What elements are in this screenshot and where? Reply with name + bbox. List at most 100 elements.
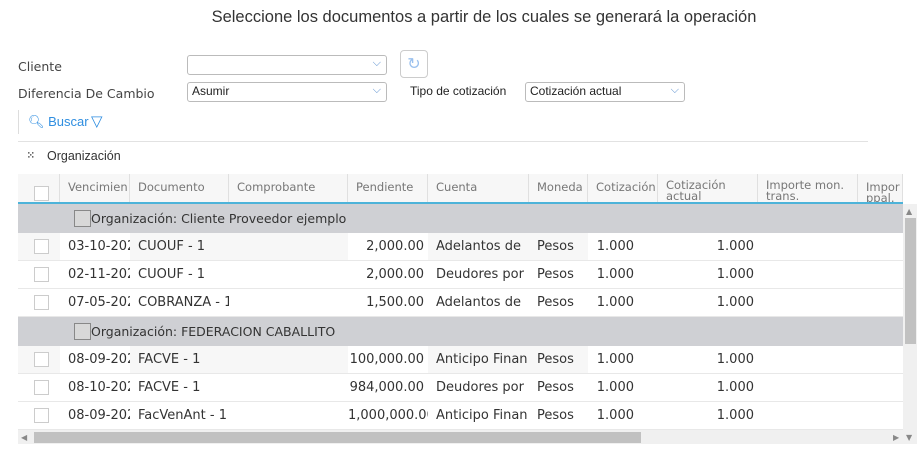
grouping-label: Organización	[47, 149, 121, 163]
scroll-left-icon[interactable]: ◀	[21, 433, 27, 442]
cell-cot: 1.000	[596, 239, 634, 254]
tipo-label: Tipo de cotización	[410, 84, 507, 98]
row-checkbox[interactable]	[34, 239, 49, 254]
diferencia-label: Diferencia De Cambio	[18, 86, 155, 101]
cell-pend: 1,500.00	[366, 295, 424, 310]
cell-comp	[229, 374, 348, 401]
cell-cot: 1.000	[596, 380, 634, 395]
column-header[interactable]: Cotización actual	[658, 174, 758, 202]
group-label: Organización: Cliente Proveedor ejemplo	[91, 211, 347, 226]
cell-doc: FacVenAnt - 1	[138, 408, 227, 423]
diferencia-select[interactable]: Asumir ⌵	[187, 82, 387, 102]
cell-cuenta: Deudores por	[436, 267, 524, 282]
column-header[interactable]: Cotización	[588, 174, 658, 202]
column-header[interactable]: Impor ppal.	[858, 174, 903, 202]
cell-moneda: Pesos	[537, 380, 574, 395]
cell-venc: 02-11-202	[68, 267, 130, 282]
table-row[interactable]: 08-09-202 FACVE - 1 100,000.00 Anticipo Fin…	[18, 346, 903, 374]
cell-moneda: Pesos	[529, 346, 588, 373]
cell-doc: COBRANZA - 1	[138, 295, 229, 310]
cliente-label: Cliente	[18, 59, 62, 74]
cell-cot_act: 1.000	[716, 380, 754, 395]
row-checkbox[interactable]	[34, 408, 49, 423]
refresh-icon: ↻	[407, 54, 421, 73]
scroll-down-icon[interactable]: ▼	[906, 433, 912, 442]
cell-pend: 984,000.00	[349, 380, 424, 395]
cell-doc: CUOUF - 1	[138, 267, 206, 282]
column-header[interactable]: Moneda	[529, 174, 588, 202]
table-row[interactable]: 08-09-202 FacVenAnt - 1 1,000,000.00 Antici…	[18, 402, 903, 430]
chevron-down-icon: ⌵	[372, 57, 381, 69]
grid-icon: ⁙	[27, 151, 35, 161]
group-row[interactable]: Organización: Cliente Proveedor ejemplo	[18, 204, 903, 233]
vertical-scroll-thumb[interactable]	[905, 218, 916, 344]
page-title: Seleccione los documentos a partir de lo…	[211, 8, 757, 26]
chevron-down-icon: ⌵	[670, 84, 679, 96]
cell-doc: CUOUF - 1	[130, 233, 229, 260]
cell-moneda: Pesos	[537, 295, 574, 310]
cell-cuenta: Anticipo Finan	[436, 408, 528, 423]
group-row[interactable]: Organización: FEDERACION CABALLITO	[18, 317, 903, 346]
cell-cuenta: Anticipo Finan	[428, 346, 529, 373]
cell-cot: 1.000	[596, 295, 634, 310]
cell-venc: 07-05-202	[68, 295, 130, 310]
chevron-down-icon: ⌵	[372, 84, 381, 96]
horizontal-scroll-thumb[interactable]	[34, 432, 641, 443]
row-checkbox[interactable]	[34, 295, 49, 310]
cliente-select[interactable]: ⌵	[187, 55, 387, 75]
tipo-value: Cotización actual	[530, 84, 622, 98]
cell-venc: 08-09-202	[68, 352, 130, 367]
cell-venc: 08-09-202	[68, 408, 130, 423]
tipo-cotizacion-select[interactable]: Cotización actual ⌵	[525, 82, 685, 102]
column-header[interactable]: Importe mon. trans.	[758, 174, 858, 202]
row-checkbox[interactable]	[34, 352, 49, 367]
cell-comp	[229, 402, 348, 429]
cell-cot: 1.000	[596, 267, 634, 282]
cell-comp	[229, 289, 348, 316]
cell-cot_act: 1.000	[716, 352, 754, 367]
row-checkbox[interactable]	[34, 380, 49, 395]
scroll-right-icon[interactable]: ▶	[893, 433, 899, 442]
cell-cot_act: 1.000	[716, 267, 754, 282]
cell-cot: 1.000	[596, 352, 634, 367]
cell-moneda: Pesos	[537, 267, 574, 282]
table-row[interactable]: 07-05-202 COBRANZA - 1 1,500.00 Adelantos d…	[18, 289, 903, 317]
documents-table: Vencimien Documento Comprobante Pendiente Cu…	[18, 174, 903, 430]
cell-comp	[229, 346, 348, 373]
cell-moneda: Pesos	[537, 408, 574, 423]
cell-cot_act: 1.000	[716, 239, 754, 254]
table-row[interactable]: 03-10-202 CUOUF - 1 2,000.00 Adelantos de Pe…	[18, 233, 903, 261]
divider	[18, 141, 868, 142]
column-header[interactable]: Documento	[130, 174, 229, 202]
cell-cuenta: Deudores por	[436, 380, 524, 395]
column-header[interactable]: Cuenta	[428, 174, 529, 202]
column-header[interactable]: Comprobante	[229, 174, 348, 202]
cell-venc: 08-10-202	[68, 380, 130, 395]
toolbar-divider	[18, 110, 19, 134]
cell-cot_act: 1.000	[716, 295, 754, 310]
table-row[interactable]: 08-10-202 FACVE - 1 984,000.00 Deudores por…	[18, 374, 903, 402]
cell-pend: 1,000,000.00	[348, 408, 428, 423]
column-header[interactable]: Pendiente	[348, 174, 428, 202]
cell-cuenta: Adelantos de	[436, 295, 521, 310]
refresh-button[interactable]: ↻	[400, 50, 428, 78]
column-header[interactable]: Vencimien	[60, 174, 130, 202]
cell-moneda: Pesos	[529, 233, 588, 260]
buscar-label: Buscar	[48, 114, 89, 129]
cell-doc: FACVE - 1	[130, 346, 229, 373]
table-row[interactable]: 02-11-202 CUOUF - 1 2,000.00 Deudores por Pe…	[18, 261, 903, 289]
cell-venc: 03-10-202	[68, 239, 130, 254]
select-all-checkbox[interactable]	[34, 186, 49, 201]
cell-pend: 2,000.00	[366, 239, 424, 254]
buscar-button[interactable]: 🔍︎ Buscar	[28, 114, 89, 130]
group-checkbox[interactable]	[74, 210, 91, 227]
diferencia-value: Asumir	[192, 84, 230, 98]
table-header: Vencimien Documento Comprobante Pendiente Cu…	[18, 174, 903, 204]
cell-cuenta: Adelantos de	[428, 233, 529, 260]
group-label: Organización: FEDERACION CABALLITO	[91, 324, 336, 339]
group-checkbox[interactable]	[74, 323, 91, 340]
filter-icon[interactable]: ▽	[91, 112, 103, 130]
row-checkbox[interactable]	[34, 267, 49, 282]
cell-doc: FACVE - 1	[138, 380, 201, 395]
scroll-up-icon[interactable]: ▲	[906, 207, 912, 216]
